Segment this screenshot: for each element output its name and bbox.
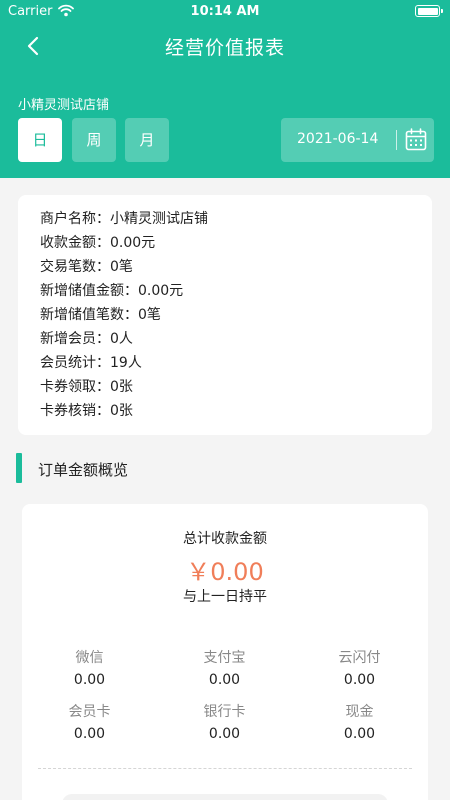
merchant-info-card: 商户名称：小精灵测试店铺 收款金额：0.00元 交易笔数：0笔 新增储值金额：0… bbox=[18, 195, 432, 435]
clock: 10:14 AM bbox=[190, 4, 260, 19]
date-picker[interactable]: 2021-06-14 bbox=[281, 118, 434, 162]
payment-name: 支付宝 bbox=[203, 650, 246, 666]
info-row-new-stored-amount: 新增储值金额：0.00元 bbox=[40, 283, 184, 299]
payment-alipay: 支付宝 0.00 bbox=[157, 647, 292, 691]
payment-member-card: 会员卡 0.00 bbox=[22, 701, 157, 745]
info-row-new-stored-count: 新增储值笔数：0笔 bbox=[40, 307, 161, 323]
tab-month[interactable]: 月 bbox=[125, 118, 169, 162]
tab-week[interactable]: 周 bbox=[72, 118, 116, 162]
payment-cash: 现金 0.00 bbox=[292, 701, 427, 745]
info-row-member-total: 会员统计：19人 bbox=[40, 355, 142, 371]
payment-unionpay: 云闪付 0.00 bbox=[292, 647, 427, 691]
store-name: 小精灵测试店铺 bbox=[18, 98, 110, 113]
payment-wechat: 微信 0.00 bbox=[22, 647, 157, 691]
header: Carrier 10:14 AM 经营价值报表 小精灵测试店铺 日 周 月 20… bbox=[0, 0, 450, 178]
tab-day[interactable]: 日 bbox=[18, 118, 62, 162]
payment-bank-card: 银行卡 0.00 bbox=[157, 701, 292, 745]
payment-name: 现金 bbox=[345, 704, 374, 720]
total-amount-value: ￥0.00 bbox=[186, 558, 264, 586]
date-divider bbox=[396, 130, 397, 150]
payment-name: 会员卡 bbox=[68, 704, 111, 720]
payment-value: 0.00 bbox=[73, 672, 106, 688]
page-title: 经营价值报表 bbox=[164, 37, 285, 59]
calendar-icon[interactable] bbox=[405, 128, 427, 152]
payment-value: 0.00 bbox=[343, 672, 376, 688]
payment-value: 0.00 bbox=[343, 726, 376, 742]
total-amount-label: 总计收款金额 bbox=[183, 531, 267, 547]
info-row-received-amount: 收款金额：0.00元 bbox=[40, 235, 156, 251]
payment-value: 0.00 bbox=[73, 726, 106, 742]
info-row-merchant-name: 商户名称：小精灵测试店铺 bbox=[40, 211, 208, 227]
payment-value: 0.00 bbox=[208, 726, 241, 742]
status-bar: Carrier 10:14 AM bbox=[0, 0, 450, 24]
info-row-new-members: 新增会员：0人 bbox=[40, 331, 133, 347]
payment-name: 微信 bbox=[75, 650, 104, 666]
date-value: 2021-06-14 bbox=[297, 131, 379, 147]
info-row-transaction-count: 交易笔数：0笔 bbox=[40, 259, 133, 275]
payment-name: 银行卡 bbox=[203, 704, 246, 720]
section-accent-bar bbox=[16, 453, 22, 483]
info-row-coupons-redeemed: 卡券核销：0张 bbox=[40, 403, 133, 419]
info-row-coupons-claimed: 卡券领取：0张 bbox=[40, 379, 133, 395]
battery-icon bbox=[415, 5, 443, 17]
dashed-divider bbox=[38, 768, 412, 769]
section-title: 订单金额概览 bbox=[38, 461, 129, 479]
compare-text: 与上一日持平 bbox=[183, 589, 267, 605]
bottom-panel bbox=[62, 794, 388, 800]
payment-value: 0.00 bbox=[208, 672, 241, 688]
payment-name: 云闪付 bbox=[338, 650, 381, 666]
order-summary-card: 总计收款金额 ￥0.00 与上一日持平 微信 0.00 支付宝 0.00 云闪付… bbox=[22, 504, 428, 800]
